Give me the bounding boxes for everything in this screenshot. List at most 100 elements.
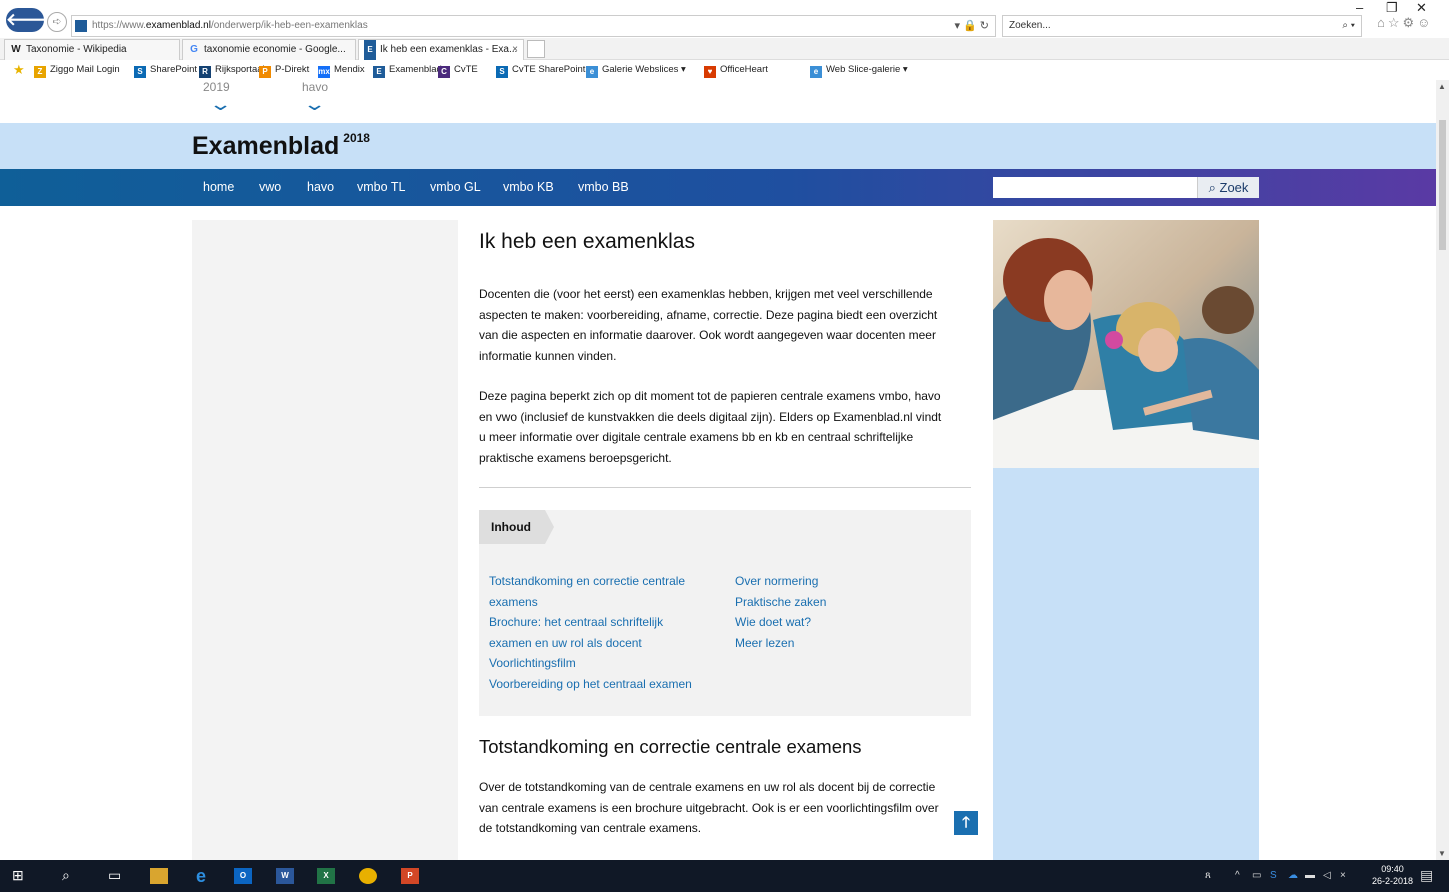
tab-examenklas[interactable]: E Ik heb een examenklas - Exa... × <box>358 39 524 60</box>
tab-label: Taxonomie - Wikipedia <box>26 44 127 55</box>
favorite-icon: e <box>586 66 598 78</box>
scroll-down-icon[interactable]: ▼ <box>1438 849 1446 858</box>
favorite-item[interactable]: C CvTE <box>438 60 478 80</box>
scroll-up-icon[interactable]: ▲ <box>1438 82 1446 91</box>
wikipedia-icon: W <box>11 44 21 55</box>
url-prefix: https://www. <box>92 20 146 31</box>
windows-start-icon[interactable]: ⊞ <box>12 867 24 884</box>
toc-link-praktische-zaken[interactable]: Praktische zaken <box>735 592 826 613</box>
close-window-icon[interactable]: ✕ <box>1416 0 1427 16</box>
file-explorer-icon[interactable] <box>150 868 168 884</box>
text-line: Deze pagina beperkt zich op dit moment t… <box>479 389 941 403</box>
keyboard-icon[interactable]: × <box>1340 870 1346 881</box>
favorite-label: Mendix <box>334 64 365 75</box>
favorite-item[interactable]: e Galerie Webslices ▾ <box>586 60 686 80</box>
toc-link-brochure[interactable]: Brochure: het centraal schriftelijk <box>489 612 663 633</box>
favorites-bar: ★ Z Ziggo Mail Login S SharePoint R Rijksport… <box>0 60 1449 80</box>
site-favicon-icon <box>75 20 87 32</box>
outlook-icon[interactable]: O <box>234 868 252 884</box>
clock-time: 09:40 <box>1381 864 1404 874</box>
favorite-icon: S <box>134 66 146 78</box>
forward-button[interactable]: ➪ <box>47 12 67 32</box>
search-icon[interactable]: ⌕ <box>62 867 70 884</box>
favorite-item[interactable]: S CvTE SharePoint <box>496 60 585 80</box>
back-button[interactable]: 🡐 <box>6 8 52 32</box>
favorite-item[interactable]: R Rijksportaal <box>199 60 265 80</box>
toc-link-voorbereiding[interactable]: Voorbereiding op het centraal examen <box>489 674 692 695</box>
chevron-down-icon[interactable]: ⌄ <box>302 94 326 115</box>
close-tab-icon[interactable]: × <box>512 40 518 60</box>
text-line: Over de totstandkoming van de centrale e… <box>479 780 936 794</box>
chevron-down-icon[interactable]: ⌄ <box>208 94 232 115</box>
people-icon[interactable]: ጸ <box>1205 870 1211 881</box>
battery-icon[interactable]: ▬ <box>1305 870 1315 881</box>
windows-taskbar: ⊞ ⌕ ▭ e O W X P ጸ ^ ▭ S ☁ ▬ ◁ × 09:40 26… <box>0 860 1449 892</box>
chrome-icon[interactable] <box>359 868 377 884</box>
text-line: Docenten die (voor het eerst) een examen… <box>479 287 933 301</box>
new-tab-button[interactable] <box>527 40 545 58</box>
text-line: van centrale examens is een brochure uit… <box>479 800 939 815</box>
nav-havo[interactable]: havo <box>307 180 334 194</box>
favorite-label: Web Slice-galerie ▾ <box>826 64 908 75</box>
breadcrumb-level[interactable]: havo <box>302 80 328 94</box>
nav-vmbo-tl[interactable]: vmbo TL <box>357 180 405 194</box>
tab-google[interactable]: Gtaxonomie economie - Google... <box>182 39 356 60</box>
volume-icon[interactable]: ◁ <box>1323 870 1331 881</box>
favorite-item[interactable]: ♥ OfficeHeart <box>704 60 768 80</box>
task-view-icon[interactable]: ▭ <box>108 867 121 884</box>
favorite-item[interactable]: mx Mendix <box>318 60 365 80</box>
toc-link-normering[interactable]: Over normering <box>735 571 818 592</box>
favorites-star-icon[interactable]: ★ <box>13 60 25 80</box>
toc-link-wie-doet-wat[interactable]: Wie doet wat? <box>735 612 811 633</box>
browser-search-placeholder: Zoeken... <box>1009 20 1051 31</box>
url-field[interactable]: https://www.examenblad.nl/onderwerp/ik-h… <box>71 15 996 37</box>
scrollbar-thumb[interactable] <box>1439 120 1446 250</box>
onedrive-icon[interactable]: ☁ <box>1288 870 1298 881</box>
tab-wikipedia[interactable]: W Taxonomie - Wikipedia <box>4 39 180 60</box>
favorite-item[interactable]: P P-Direkt <box>259 60 309 80</box>
tray-chevron-icon[interactable]: ^ <box>1235 870 1240 881</box>
text-line: de totstandkoming van centrale examens. <box>479 821 702 835</box>
network-icon[interactable]: ▭ <box>1252 870 1261 881</box>
favorite-item[interactable]: E Examenblad <box>373 60 442 80</box>
nav-home[interactable]: home <box>203 180 234 194</box>
nav-vmbo-kb[interactable]: vmbo KB <box>503 180 554 194</box>
text-line: aspecten te maken: voorbereiding, afname… <box>479 307 938 322</box>
section-paragraph: Over de totstandkoming van de centrale e… <box>479 777 974 839</box>
toc-link-brochure-cont[interactable]: examen en uw rol als docent <box>489 633 642 654</box>
favorite-item[interactable]: e Web Slice-galerie ▾ <box>810 60 908 80</box>
back-to-top-button[interactable]: 🡑 <box>954 811 978 835</box>
word-icon[interactable]: W <box>276 868 294 884</box>
intro-paragraph-1: Docenten die (voor het eerst) een examen… <box>479 284 974 366</box>
restore-icon[interactable]: ❐ <box>1386 0 1398 16</box>
skype-icon[interactable]: S <box>1270 870 1277 881</box>
page-scrollbar[interactable]: ▲ ▼ <box>1436 80 1449 860</box>
nav-vwo[interactable]: vwo <box>259 180 281 194</box>
browser-address-bar: 🡐 ➪ https://www.examenblad.nl/onderwerp/… <box>0 0 1449 38</box>
search-icon[interactable]: ⌕ ▾ <box>1342 16 1355 36</box>
powerpoint-icon[interactable]: P <box>401 868 419 884</box>
favorite-item[interactable]: S SharePoint <box>134 60 197 80</box>
toc-link-voorlichtingsfilm[interactable]: Voorlichtingsfilm <box>489 653 576 674</box>
internet-explorer-icon[interactable]: e <box>192 867 210 885</box>
excel-icon[interactable]: X <box>317 868 335 884</box>
text-line: praktische examens beroepsgericht. <box>479 450 672 465</box>
favorite-label: Examenblad <box>389 64 442 75</box>
toc-link-totstandkoming[interactable]: Totstandkoming en correctie centrale <box>489 571 685 592</box>
zoek-button[interactable]: ⌕ Zoek <box>1197 177 1259 198</box>
minimize-icon[interactable]: – <box>1356 0 1363 15</box>
favorite-icon: S <box>496 66 508 78</box>
nav-vmbo-gl[interactable]: vmbo GL <box>430 180 481 194</box>
site-title[interactable]: Examenblad 2018 <box>192 131 370 161</box>
refresh-icon[interactable]: ▾ 🔒 ↻ <box>954 16 989 36</box>
home-favorites-settings-icons[interactable]: ⌂☆⚙☺ <box>1377 15 1433 31</box>
toc-link-meer-lezen[interactable]: Meer lezen <box>735 633 794 654</box>
nav-vmbo-bb[interactable]: vmbo BB <box>578 180 629 194</box>
action-center-icon[interactable]: ▤ <box>1420 867 1433 884</box>
favorite-item[interactable]: Z Ziggo Mail Login <box>34 60 120 80</box>
browser-search-field[interactable]: Zoeken... ⌕ ▾ <box>1002 15 1362 37</box>
zoek-label: Zoek <box>1219 180 1249 195</box>
breadcrumb-year[interactable]: 2019 <box>203 80 230 94</box>
system-clock[interactable]: 09:40 26-2-2018 <box>1372 863 1413 887</box>
toc-link-totstandkoming-cont[interactable]: examens <box>489 592 538 613</box>
